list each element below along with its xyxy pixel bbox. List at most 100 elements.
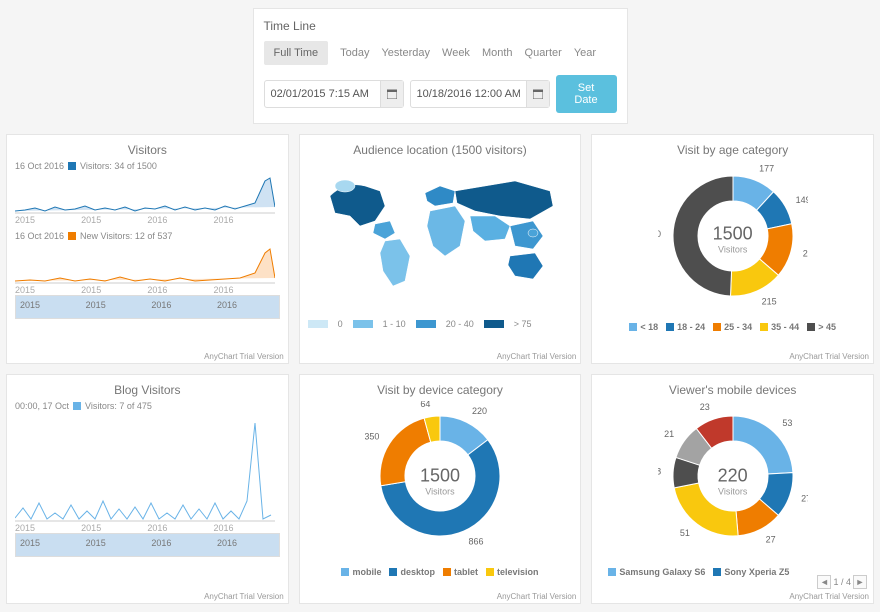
axis-year: 2015 (81, 523, 147, 533)
end-date-input[interactable] (411, 88, 526, 100)
legend-swatch (73, 402, 81, 410)
card-device: Visit by device category 220866350641500… (299, 374, 582, 604)
legend-swatch (68, 162, 76, 170)
card-mobile: Viewer's mobile devices 5327275118212322… (591, 374, 874, 604)
card-title: Audience location (1500 visitors) (308, 143, 573, 157)
svg-text:27: 27 (765, 535, 775, 545)
svg-text:866: 866 (468, 537, 483, 547)
svg-text:177: 177 (759, 163, 774, 173)
lg: > 45 (818, 322, 836, 332)
svg-text:215: 215 (761, 296, 776, 306)
tab-week[interactable]: Week (442, 47, 470, 59)
donut-age: 1771492192157401500Visitors (600, 161, 865, 316)
lg: 18 - 24 (677, 322, 705, 332)
end-date-field[interactable] (410, 80, 550, 108)
card-title: Viewer's mobile devices (600, 383, 865, 397)
spark-blog (15, 413, 275, 523)
svg-text:740: 740 (658, 229, 661, 239)
legend-0: 0 (338, 319, 343, 329)
svg-text:53: 53 (782, 418, 792, 428)
legend-2: 20 - 40 (446, 319, 474, 329)
axis-year: 2016 (147, 285, 213, 295)
start-date-field[interactable] (264, 80, 404, 108)
card-audience: Audience location (1500 visitors) (299, 134, 582, 364)
date-label: 16 Oct 2016 (15, 161, 64, 171)
lg: tablet (454, 567, 478, 577)
card-title: Visit by device category (308, 383, 573, 397)
range-slider[interactable]: 2015201520162016 (15, 533, 280, 557)
set-date-button[interactable]: Set Date (556, 75, 617, 113)
watermark: AnyChart Trial Version (204, 592, 284, 601)
date-label: 00:00, 17 Oct (15, 401, 69, 411)
axis-year: 2015 (15, 523, 81, 533)
legend-text: New Visitors: 12 of 537 (80, 231, 172, 241)
spark-visitors (15, 173, 275, 215)
watermark: AnyChart Trial Version (497, 352, 577, 361)
axis-year: 2016 (147, 523, 213, 533)
tab-yesterday[interactable]: Yesterday (381, 47, 430, 59)
world-map (315, 161, 565, 311)
svg-text:219: 219 (802, 248, 807, 258)
donut-mobile: 53272751182123220Visitors (600, 401, 865, 561)
timeline-tabs: Full Time Today Yesterday Week Month Qua… (264, 41, 617, 65)
svg-text:220: 220 (472, 406, 487, 416)
legend-device: mobile desktop tablet television (308, 567, 573, 577)
svg-text:21: 21 (664, 429, 674, 439)
legend-age: < 18 18 - 24 25 - 34 35 - 44 > 45 (600, 322, 865, 332)
card-title: Visitors (15, 143, 280, 157)
timeline-panel: Time Line Full Time Today Yesterday Week… (253, 8, 628, 124)
timeline-title: Time Line (264, 19, 617, 33)
axis-year: 2015 (81, 215, 147, 225)
lg: Sony Xperia Z5 (724, 567, 789, 577)
lg: 35 - 44 (771, 322, 799, 332)
range-slider[interactable]: 2015201520162016 (15, 295, 280, 319)
watermark: AnyChart Trial Version (204, 352, 284, 361)
lg: desktop (400, 567, 435, 577)
svg-text:350: 350 (365, 432, 379, 442)
watermark: AnyChart Trial Version (789, 352, 869, 361)
axis-year: 2016 (214, 285, 280, 295)
axis-year: 2015 (15, 285, 81, 295)
svg-text:51: 51 (679, 528, 689, 538)
card-title: Visit by age category (600, 143, 865, 157)
card-title: Blog Visitors (15, 383, 280, 397)
svg-text:64: 64 (420, 401, 430, 409)
axis-year: 2015 (15, 215, 81, 225)
watermark: AnyChart Trial Version (497, 592, 577, 601)
axis-year: 2016 (214, 523, 280, 533)
card-visitors: Visitors 16 Oct 2016 Visitors: 34 of 1500… (6, 134, 289, 364)
pager-text: 1 / 4 (833, 577, 851, 587)
legend-swatch (68, 232, 76, 240)
legend-pager: ◄ 1 / 4 ► (817, 575, 867, 589)
date-label: 16 Oct 2016 (15, 231, 64, 241)
tab-quarter[interactable]: Quarter (525, 47, 562, 59)
axis-year: 2016 (214, 215, 280, 225)
spark-new-visitors (15, 243, 275, 285)
lg: 25 - 34 (724, 322, 752, 332)
axis-year: 2016 (147, 215, 213, 225)
tab-today[interactable]: Today (340, 47, 369, 59)
calendar-icon[interactable] (380, 81, 403, 107)
legend-text: Visitors: 34 of 1500 (80, 161, 157, 171)
axis-year: 2015 (81, 285, 147, 295)
lg: Samsung Galaxy S6 (619, 567, 705, 577)
calendar-icon[interactable] (526, 81, 549, 107)
card-age: Visit by age category 177149219215740150… (591, 134, 874, 364)
tab-month[interactable]: Month (482, 47, 513, 59)
map-legend: 0 1 - 10 20 - 40 > 75 (308, 319, 573, 329)
tab-year[interactable]: Year (574, 47, 596, 59)
lg: < 18 (640, 322, 658, 332)
start-date-input[interactable] (265, 88, 380, 100)
tab-full-time[interactable]: Full Time (264, 41, 329, 65)
lg: mobile (352, 567, 381, 577)
pager-next[interactable]: ► (853, 575, 867, 589)
watermark: AnyChart Trial Version (789, 592, 869, 601)
pager-prev[interactable]: ◄ (817, 575, 831, 589)
card-blog: Blog Visitors 00:00, 17 OctVisitors: 7 o… (6, 374, 289, 604)
svg-text:23: 23 (699, 402, 709, 412)
donut-device: 220866350641500Visitors (308, 401, 573, 561)
lg: television (497, 567, 539, 577)
svg-text:18: 18 (658, 466, 661, 476)
legend-1: 1 - 10 (383, 319, 406, 329)
legend-3: > 75 (514, 319, 532, 329)
